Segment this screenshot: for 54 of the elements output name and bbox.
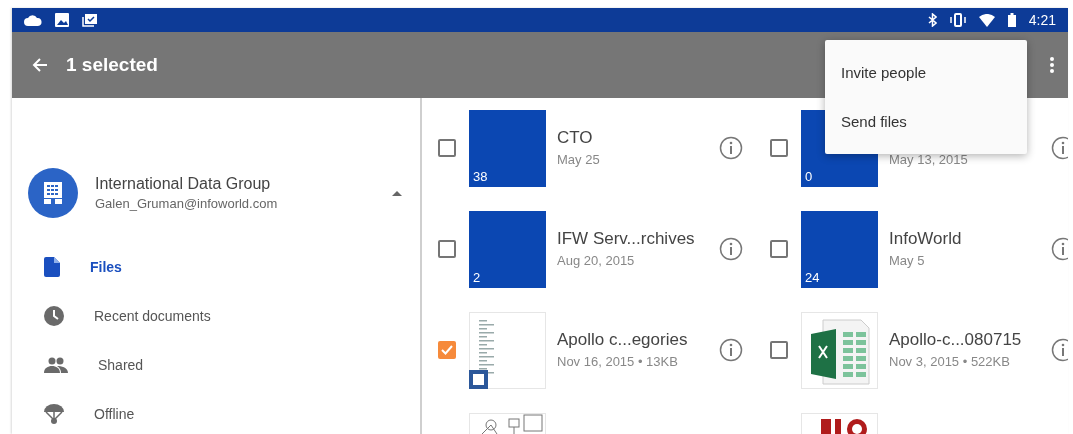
file-name: IFW Serv...rchives xyxy=(557,229,696,249)
parachute-icon xyxy=(44,403,64,424)
info-icon[interactable] xyxy=(1051,338,1068,362)
vibrate-icon xyxy=(949,13,966,27)
bluetooth-icon xyxy=(927,13,937,27)
nav-label: Shared xyxy=(98,356,144,373)
file-name: Apollo-c...080715 xyxy=(889,330,1023,350)
info-icon[interactable] xyxy=(719,338,743,362)
nav-label: Offline xyxy=(94,405,135,422)
checkbox[interactable] xyxy=(438,240,456,258)
clock-time: 4:21 xyxy=(1028,12,1056,28)
checkbox[interactable] xyxy=(438,139,456,157)
info-icon[interactable] xyxy=(719,237,743,261)
toolbar-title: 1 selected xyxy=(66,54,158,76)
nav-item[interactable]: Files xyxy=(12,242,420,291)
back-arrow-icon[interactable] xyxy=(32,57,48,73)
wifi-icon xyxy=(978,13,995,27)
file-name: Apollo c...egories xyxy=(557,330,689,350)
nav-item[interactable]: Shared xyxy=(12,340,420,389)
file-details: May 5 xyxy=(889,253,926,268)
info-icon[interactable] xyxy=(1051,237,1068,261)
clock-icon xyxy=(44,305,64,326)
checkbox[interactable] xyxy=(770,341,788,359)
clipboard-check-icon xyxy=(82,13,97,27)
checkbox[interactable] xyxy=(438,341,456,359)
nav-label: Recent documents xyxy=(94,307,211,324)
folder-thumbnail: 38 xyxy=(469,110,546,187)
file-details: Nov 3, 2015 • 522KB xyxy=(889,354,1011,369)
more-options-icon[interactable] xyxy=(1050,57,1054,73)
account-name: International Data Group xyxy=(95,175,272,193)
cloud-icon xyxy=(24,14,42,26)
info-icon[interactable] xyxy=(719,136,743,160)
info-icon[interactable] xyxy=(1051,136,1068,160)
folder-thumbnail: 2 xyxy=(469,211,546,288)
collapse-caret-icon[interactable] xyxy=(392,190,402,196)
file-details: Nov 16, 2015 • 13KB xyxy=(557,354,679,369)
checkbox[interactable] xyxy=(770,240,788,258)
image-icon xyxy=(55,13,69,27)
file-name: CTO xyxy=(557,128,594,148)
checkbox[interactable] xyxy=(770,139,788,157)
document-icon xyxy=(44,256,60,277)
nav-item[interactable]: Recent documents xyxy=(12,291,420,340)
file-details: Aug 20, 2015 xyxy=(557,253,636,268)
file-details: May 13, 2015 xyxy=(889,152,969,167)
file-name: InfoWorld xyxy=(889,229,963,249)
menu-item[interactable]: Invite people xyxy=(825,48,1027,97)
account-email: Galen_Gruman@infoworld.com xyxy=(95,196,279,211)
people-icon xyxy=(44,356,68,373)
file-details: May 25 xyxy=(557,152,601,167)
battery-icon xyxy=(1007,13,1016,27)
building-icon xyxy=(44,182,62,204)
nav-item[interactable]: Offline xyxy=(12,389,420,434)
nav-label: Files xyxy=(90,258,122,275)
folder-thumbnail: 24 xyxy=(801,211,878,288)
